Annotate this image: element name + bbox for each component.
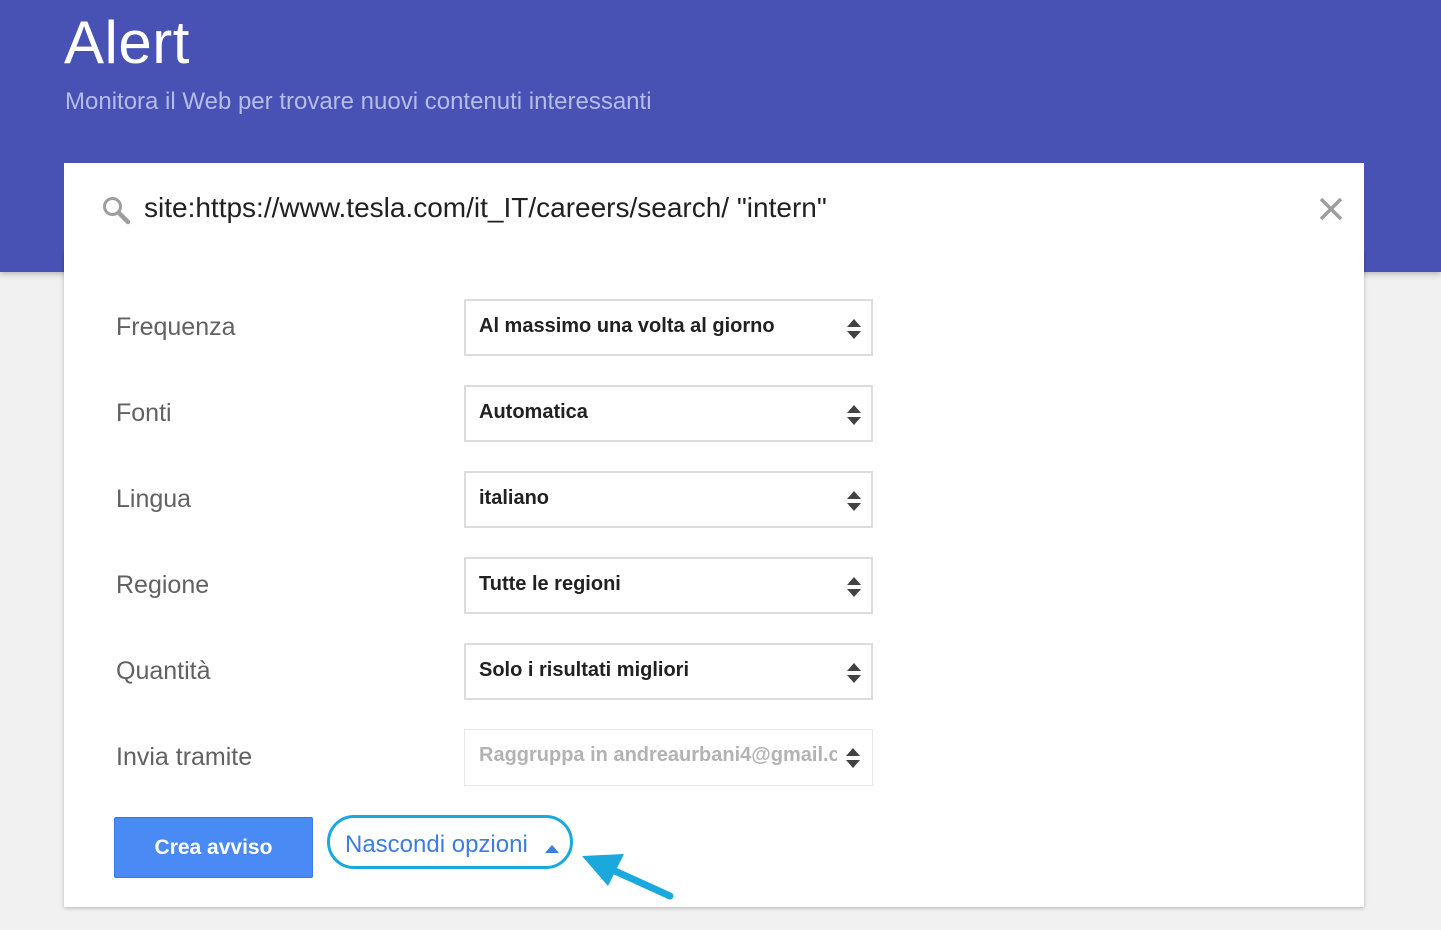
deliver-to-select-value: Raggruppa in andreaurbani4@gmail.com [479,744,837,766]
sort-arrows-icon [846,403,862,432]
region-select-value: Tutte le regioni [479,573,621,595]
frequency-label: Frequenza [116,313,236,341]
sort-arrows-icon [845,746,861,775]
language-select[interactable]: italiano [464,471,873,528]
language-label: Lingua [116,485,192,513]
sort-arrows-icon [846,575,862,604]
caret-up-icon[interactable] [544,841,560,859]
sort-arrows-icon [846,317,862,346]
deliver-to-label: Invia tramite [116,743,253,771]
frequency-select-value: Al massimo una volta al giorno [479,315,775,337]
page-title: Alert [64,9,190,76]
language-select-value: italiano [479,487,550,509]
close-icon[interactable] [1318,196,1344,227]
search-query[interactable]: site:https://www.tesla.com/it_IT/careers… [144,192,827,224]
quantity-select-value: Solo i risultati migliori [479,659,690,681]
sort-arrows-icon [846,661,862,690]
page-subtitle: Monitora il Web per trovare nuovi conten… [65,88,652,115]
create-alert-button[interactable]: Crea avviso [114,817,313,878]
region-select[interactable]: Tutte le regioni [464,557,873,614]
frequency-select[interactable]: Al massimo una volta al giorno [464,299,873,356]
hide-options-link[interactable]: Nascondi opzioni [345,831,528,859]
region-label: Regione [116,571,210,599]
deliver-to-select: Raggruppa in andreaurbani4@gmail.com [464,729,873,786]
sources-select[interactable]: Automatica [464,385,873,442]
sources-label: Fonti [116,399,172,427]
search-icon [100,194,132,231]
quantity-label: Quantità [116,657,211,685]
sort-arrows-icon [846,489,862,518]
sources-select-value: Automatica [479,401,588,423]
quantity-select[interactable]: Solo i risultati migliori [464,643,873,700]
pointer-arrow-icon [578,850,678,911]
